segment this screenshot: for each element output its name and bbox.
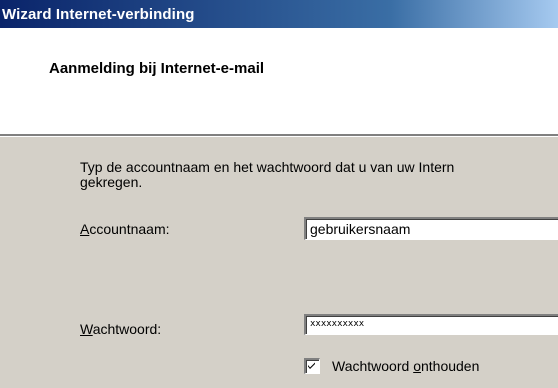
wizard-content: Typ de accountnaam en het wachtwoord dat… [0, 137, 558, 388]
remember-label-accelerator: o [413, 358, 421, 374]
password-label-accelerator: W [80, 321, 93, 337]
remember-label-pre: Wachtwoord [332, 358, 414, 374]
instruction-text: Typ de accountnaam en het wachtwoord dat… [80, 160, 558, 190]
password-input[interactable]: xxxxxxxxxx [304, 314, 558, 335]
instruction-line-1: Typ de accountnaam en het wachtwoord dat… [80, 159, 455, 175]
window-title: Wizard Internet-verbinding [2, 5, 195, 23]
remember-password-option[interactable]: Wachtwoord onthouden [304, 358, 479, 374]
account-name-label-accelerator: A [80, 221, 90, 237]
remember-password-checkbox[interactable] [304, 358, 320, 374]
wizard-window: Wizard Internet-verbinding Aanmelding bi… [0, 0, 558, 388]
title-bar[interactable]: Wizard Internet-verbinding [0, 0, 558, 28]
account-name-input[interactable]: gebruikersnaam [304, 217, 558, 240]
account-name-label: Accountnaam: [80, 221, 170, 237]
wizard-header: Aanmelding bij Internet-e-mail [0, 28, 558, 134]
checkmark-icon [308, 362, 315, 369]
remember-password-label[interactable]: Wachtwoord onthouden [332, 358, 479, 374]
remember-label-post: nthouden [420, 358, 480, 374]
password-label: Wachtwoord: [80, 321, 161, 337]
page-title: Aanmelding bij Internet-e-mail [49, 60, 265, 77]
account-name-label-text: ccountnaam: [89, 221, 170, 237]
instruction-line-2: gekregen. [80, 174, 143, 190]
password-label-text: achtwoord: [92, 321, 162, 337]
